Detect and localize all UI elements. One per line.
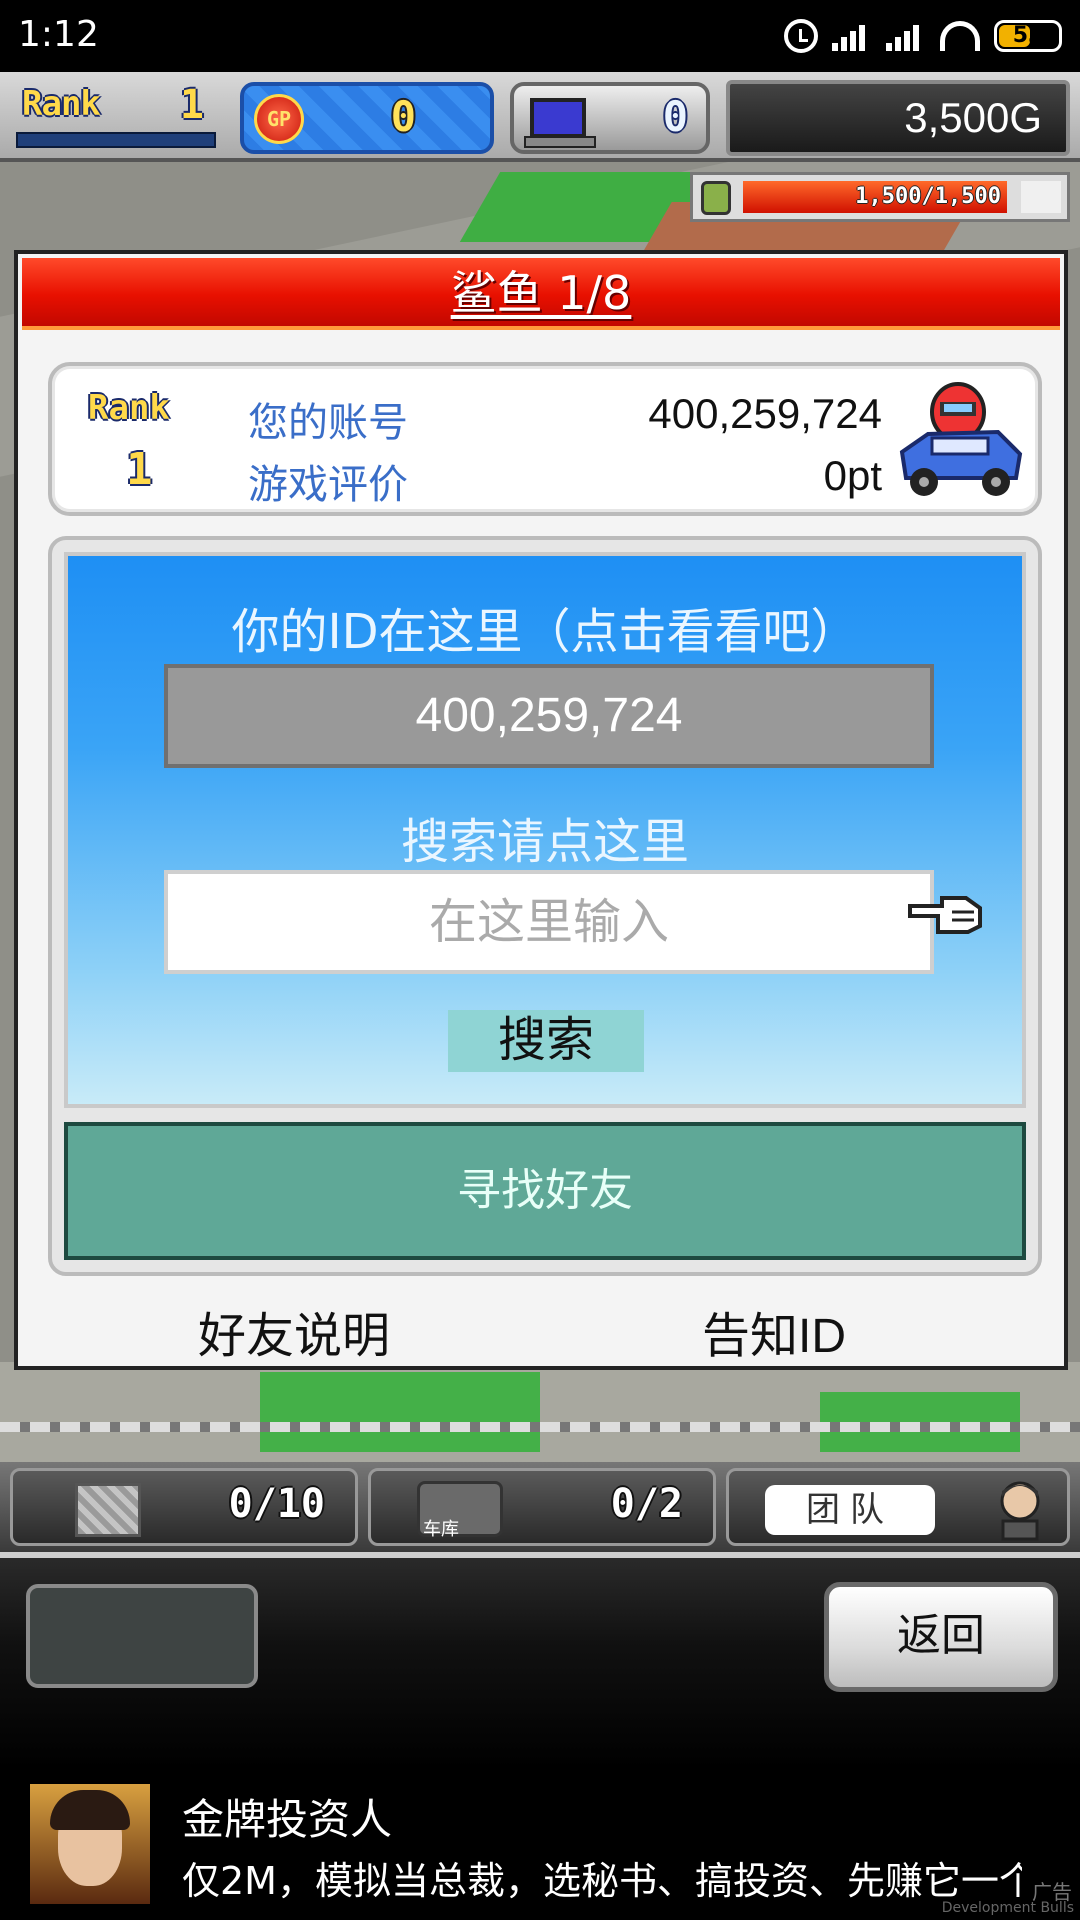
garage-count: 0/2	[610, 1481, 683, 1527]
share-id-link[interactable]: 告知ID	[702, 1296, 846, 1366]
empty-slot	[26, 1584, 258, 1688]
rank-display[interactable]: Rank 1	[16, 82, 216, 152]
status-icons: 53	[784, 14, 1062, 58]
top-hud: Rank 1 GP 0 0 3,500G	[0, 72, 1080, 162]
my-id-display[interactable]: 400,259,724	[164, 664, 934, 768]
wifi-icon	[940, 21, 980, 51]
back-button[interactable]: 返回	[824, 1582, 1058, 1692]
fuel-can-icon	[701, 181, 731, 215]
status-time: 1:12	[18, 14, 99, 55]
computer-icon	[524, 98, 596, 148]
gp-counter[interactable]: GP 0	[240, 82, 494, 154]
ad-description: 仅2M，模拟当总裁，选秘书、搞投资、先赚它一个	[182, 1859, 1022, 1903]
status-bar: 1:12 53	[0, 0, 1080, 72]
team-slot[interactable]: 团队	[726, 1468, 1070, 1546]
ad-avatar	[30, 1784, 150, 1904]
rating-value: 0pt	[823, 452, 882, 499]
bottom-control-area: 返回	[0, 1552, 1080, 1768]
fuel-gauge: 1,500/1,500	[690, 172, 1070, 222]
battery-icon: 53	[994, 20, 1062, 52]
id-heading: 你的ID在这里（点击看看吧）	[231, 604, 859, 660]
signal-icon	[832, 21, 872, 51]
fuel-value: 1,500/1,500	[855, 184, 1001, 209]
person-icon	[1000, 1481, 1040, 1541]
profile-rank-label: Rank	[88, 388, 170, 428]
ad-title: 金牌投资人	[182, 1795, 393, 1844]
crate-icon	[75, 1483, 141, 1537]
team-label: 团队	[765, 1485, 935, 1535]
alarm-icon	[784, 19, 818, 53]
computer-value: 0	[662, 92, 688, 141]
profile-rank-value: 1	[126, 444, 153, 495]
battery-level: 53	[1012, 23, 1044, 48]
gp-value: 0	[390, 92, 416, 141]
friend-id-search-input[interactable]: 在这里输入	[164, 870, 934, 974]
friend-help-link[interactable]: 好友说明	[198, 1296, 390, 1366]
signal-icon-2	[886, 21, 926, 51]
rating-label: 游戏评价	[248, 462, 408, 508]
account-label: 您的账号	[248, 400, 408, 446]
friend-dialog: 鲨鱼 1/8 Rank 1 您的账号 400,259,724 游戏评价 0pt …	[14, 250, 1068, 1370]
rank-value: 1	[179, 82, 204, 128]
pointing-hand-icon	[908, 896, 982, 934]
id-search-area: 你的ID在这里（点击看看吧） 400,259,724 搜索请点这里 在这里输入 …	[64, 552, 1026, 1108]
rank-label: Rank	[22, 84, 101, 124]
garage-slot[interactable]: 车库 0/2	[368, 1468, 716, 1546]
account-value: 400,259,724	[648, 390, 882, 437]
gp-coin-icon: GP	[254, 94, 304, 144]
money-display[interactable]: 3,500G	[726, 80, 1070, 156]
ad-banner[interactable]: 金牌投资人 仅2M，模拟当总裁，选秘书、搞投资、先赚它一个 广告 Develop…	[0, 1768, 1080, 1920]
search-button[interactable]: 搜索	[448, 1010, 644, 1072]
inventory-bar: 0/10 车库 0/2 团队	[0, 1462, 1080, 1552]
items-count: 0/10	[228, 1481, 325, 1527]
watermark: Development Bulls	[941, 1900, 1074, 1916]
computer-counter[interactable]: 0	[510, 82, 710, 154]
find-friend-button[interactable]: 寻找好友	[64, 1122, 1026, 1260]
friend-panel: 你的ID在这里（点击看看吧） 400,259,724 搜索请点这里 在这里输入 …	[48, 536, 1042, 1276]
garage-label: 车库	[423, 1519, 459, 1540]
dialog-title: 鲨鱼 1/8	[22, 258, 1060, 330]
race-car-icon	[899, 382, 1023, 496]
profile-card: Rank 1 您的账号 400,259,724 游戏评价 0pt	[48, 362, 1042, 516]
rank-progress-bar	[16, 132, 216, 148]
search-heading: 搜索请点这里	[400, 814, 689, 870]
items-slot[interactable]: 0/10	[10, 1468, 358, 1546]
